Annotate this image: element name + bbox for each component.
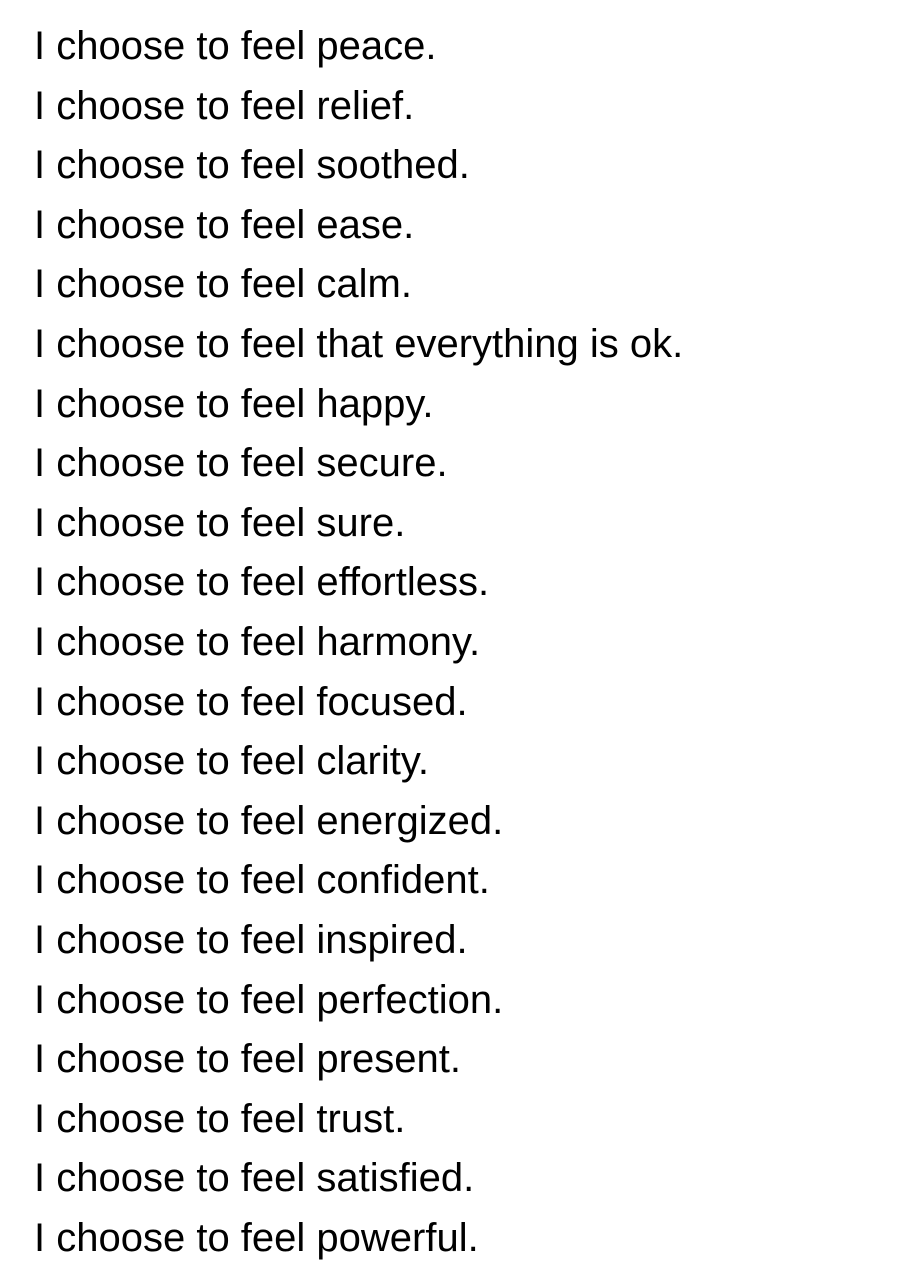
note-line-trust: I choose to feel trust. [34, 1096, 406, 1141]
note-page: { "note": { "lines": [ "I choose to feel… [0, 0, 905, 1280]
note-line-present: I choose to feel present. [34, 1037, 461, 1082]
note-line-confident: I choose to feel confident. [34, 858, 490, 903]
note-line-happy: I choose to feel happy. [34, 381, 434, 426]
note-line-effortless: I choose to feel effortless. [34, 560, 490, 605]
note-line-energized: I choose to feel energized. [34, 798, 504, 843]
note-line-inspired: I choose to feel inspired. [34, 917, 468, 962]
note-line-relief: I choose to feel relief. [34, 83, 415, 128]
note-line-clarity: I choose to feel clarity. [34, 739, 429, 784]
note-line-ease: I choose to feel ease. [34, 202, 415, 247]
note-line-secure: I choose to feel secure. [34, 441, 448, 486]
note-line-calm: I choose to feel calm. [34, 262, 412, 307]
note-line-powerful: I choose to feel powerful. [34, 1215, 479, 1260]
note-line-harmony: I choose to feel harmony. [34, 619, 481, 664]
note-line-everything-ok: I choose to feel that everything is ok. [34, 321, 684, 366]
note-line-sure: I choose to feel sure. [34, 500, 406, 545]
note-line-perfection: I choose to feel perfection. [34, 977, 504, 1022]
note-line-focused: I choose to feel focused. [34, 679, 468, 724]
note-line-soothed: I choose to feel soothed. [34, 143, 470, 188]
note-line-peace: I choose to feel peace. [34, 24, 437, 68]
note-line-satisfied: I choose to feel satisfied. [34, 1156, 475, 1201]
note-text-area[interactable]: I choose to feel peace. I choose to feel… [34, 17, 894, 1268]
